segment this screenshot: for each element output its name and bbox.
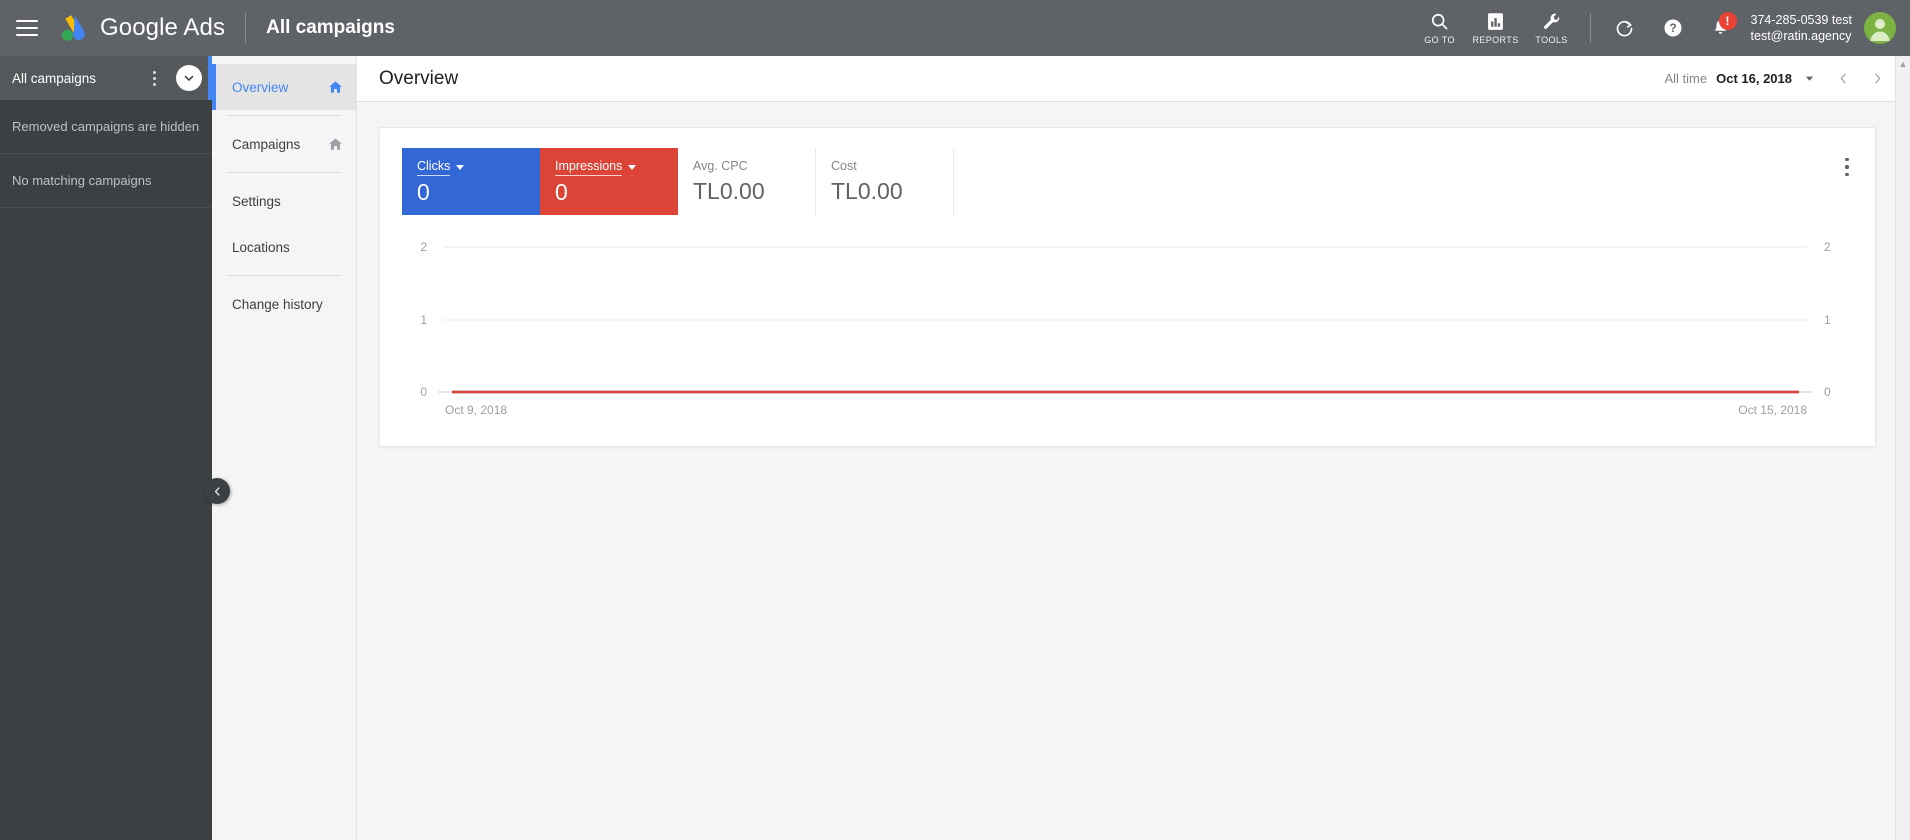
brand-title: Google Ads [100,14,226,41]
date-range-selector[interactable]: All time Oct 16, 2018 [1664,61,1910,97]
chevron-down-icon [184,75,194,81]
rail-note-no-matching: No matching campaigns [0,154,212,208]
metric-card-avg-cpc[interactable]: Avg. CPC TL0.00 [678,148,816,215]
metric-value-cost: TL0.00 [831,178,903,204]
page-scrollbar[interactable]: ▲ [1895,56,1910,840]
date-range-label: All time [1664,71,1708,86]
section-nav-panel: Overview Campaigns Settings Locations Ch… [212,56,357,840]
y-axis-right-tick-1: 1 [1824,313,1831,327]
nav-item-settings[interactable]: Settings [212,178,356,224]
notifications-button[interactable]: ! [1697,0,1745,56]
toolbar-divider [1589,13,1591,43]
page-context-title: All campaigns [266,17,395,38]
metric-label-cost: Cost [831,159,857,173]
tools-label: TOOLS [1535,35,1568,45]
nav-label-settings: Settings [232,193,281,209]
x-axis-tick-start: Oct 9, 2018 [445,403,507,417]
campaign-selector-rail: All campaigns Removed campaigns are hidd… [0,56,212,840]
help-button[interactable]: ? [1649,0,1697,56]
tools-button[interactable]: TOOLS [1524,0,1580,56]
nav-label-overview: Overview [232,79,289,95]
google-ads-logo-icon[interactable] [56,13,90,43]
account-info[interactable]: 374-285-0539 test test@ratin.agency [1751,12,1852,44]
top-bar-actions: GO TO REPORTS TOOLS ? ! 374-285-0539 tes… [1412,0,1910,56]
rail-item-all-campaigns[interactable]: All campaigns [0,56,212,100]
y-axis-right-tick-2: 2 [1824,240,1831,254]
performance-chart: 2 1 0 2 1 0 Oct 9, 2018 Oct 15, 2018 [380,224,1877,439]
svg-text:?: ? [1669,21,1676,35]
date-range-next-button[interactable] [1860,61,1894,97]
x-axis-tick-end: Oct 15, 2018 [1738,403,1807,417]
metric-label-avg-cpc: Avg. CPC [693,159,748,173]
home-icon[interactable] [327,136,344,153]
brand-divider [245,13,247,43]
y-axis-left-tick-0: 0 [420,385,427,399]
rail-note-removed-hidden: Removed campaigns are hidden [0,100,212,154]
chevron-left-icon [214,486,220,496]
performance-summary-card: Clicks 0 Impressions 0 Avg. CPC TL0.00 C… [379,127,1876,447]
notification-badge: ! [1718,12,1737,30]
nav-label-change-history: Change history [232,296,323,312]
nav-item-overview[interactable]: Overview [212,64,356,110]
search-icon [1431,13,1448,30]
wrench-tools-icon [1544,13,1560,29]
reports-bar-chart-icon [1488,13,1503,30]
y-axis-left-tick-1: 1 [420,313,427,327]
metric-value-impressions: 0 [555,179,568,205]
y-axis-left-tick-2: 2 [420,240,427,254]
chevron-down-icon[interactable] [456,164,465,170]
metric-label-impressions-row: Impressions [555,158,637,176]
chevron-down-icon[interactable] [628,164,637,170]
user-avatar[interactable] [1864,12,1896,44]
home-icon[interactable] [327,79,344,96]
y-axis-right-tick-0: 0 [1824,385,1831,399]
date-range-value: Oct 16, 2018 [1716,71,1792,86]
scrollbar-up-arrow[interactable]: ▲ [1896,56,1910,71]
metric-card-impressions[interactable]: Impressions 0 [540,148,678,215]
reports-button[interactable]: REPORTS [1468,0,1524,56]
go-to-button[interactable]: GO TO [1412,0,1468,56]
nav-divider-1 [226,115,342,116]
nav-label-campaigns: Campaigns [232,136,301,152]
refresh-button[interactable] [1601,0,1649,56]
main-content-area: Overview All time Oct 16, 2018 Clicks 0 … [357,56,1910,840]
page-title: Overview [379,67,459,89]
account-id: 374-285-0539 test [1750,13,1852,27]
metric-value-clicks: 0 [417,179,430,205]
performance-chart-svg: 2 1 0 2 1 0 Oct 9, 2018 Oct 15, 2018 [420,240,1831,417]
metric-value-avg-cpc: TL0.00 [693,178,765,204]
rail-selected-label: All campaigns [12,70,97,86]
date-range-dropdown-button[interactable] [1792,61,1826,97]
rail-expand-button[interactable] [176,65,202,91]
top-app-bar: Google Ads All campaigns GO TO REPORTS T [0,0,1910,56]
date-range-prev-button[interactable] [1826,61,1860,97]
sidebar-collapse-button[interactable] [204,478,230,504]
metric-label-impressions: Impressions [555,158,623,176]
reports-label: REPORTS [1472,35,1519,45]
metric-cards-strip: Clicks 0 Impressions 0 Avg. CPC TL0.00 C… [402,148,1875,215]
nav-item-change-history[interactable]: Change history [212,281,356,327]
nav-label-locations: Locations [232,239,290,255]
nav-item-locations[interactable]: Locations [212,224,356,270]
chevron-right-icon [1874,73,1880,84]
metric-card-cost[interactable]: Cost TL0.00 [816,148,954,215]
main-header: Overview All time Oct 16, 2018 [357,56,1910,102]
rail-more-vert-icon[interactable] [142,70,166,86]
user-avatar-icon [1870,19,1890,41]
metric-card-clicks[interactable]: Clicks 0 [402,148,540,215]
go-to-label: GO TO [1424,35,1455,45]
help-question-icon: ? [1664,19,1682,37]
refresh-icon [1616,20,1633,36]
metric-label-clicks: Clicks [417,158,451,176]
account-email: test@ratin.agency [1750,29,1852,43]
nav-divider-2 [226,172,342,173]
dropdown-caret-icon [1805,76,1813,81]
chevron-left-icon [1840,73,1846,84]
card-more-options-button[interactable] [1833,150,1861,184]
nav-item-campaigns[interactable]: Campaigns [212,121,356,167]
metric-label-clicks-row: Clicks [417,158,465,176]
nav-divider-3 [226,275,342,276]
hamburger-menu-icon[interactable] [16,20,38,36]
